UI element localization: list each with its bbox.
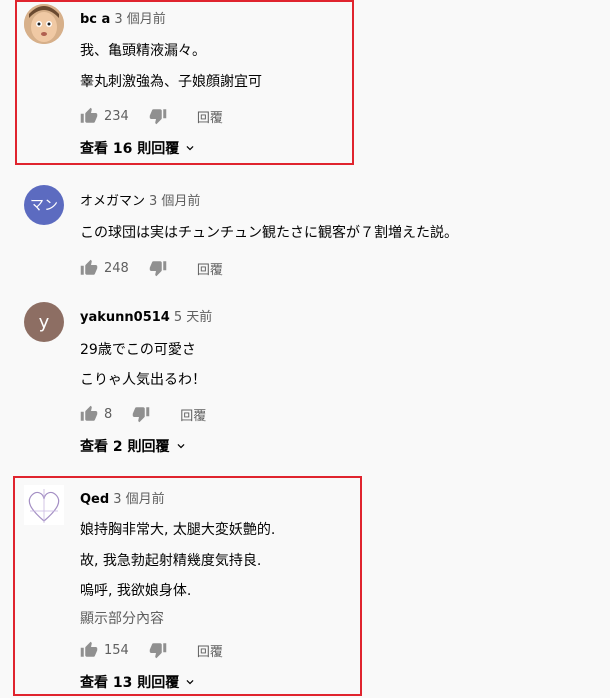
thumb-up-icon[interactable] — [80, 405, 98, 423]
comment-actions: 248 回覆 — [80, 257, 223, 279]
chevron-down-icon — [177, 444, 184, 449]
comment-text: こりゃ人気出るわ！ — [80, 372, 206, 388]
comment-actions: 8 回覆 — [80, 403, 206, 425]
author-name[interactable]: yakunn0514 — [80, 310, 170, 325]
comment-text: 娘持胸非常大, 太腿大変妖艶的. — [80, 522, 276, 538]
comment-text: この球団は実はチュンチュン観たさに観客が７割増えた説。 — [80, 225, 458, 241]
thumb-down-icon[interactable] — [132, 405, 150, 423]
thumb-down-icon[interactable] — [149, 107, 167, 125]
view-replies-button[interactable]: 查看 2 則回覆 — [80, 436, 188, 456]
comment-time[interactable]: 5 天前 — [174, 310, 212, 325]
comment-actions: 234 回覆 — [80, 105, 223, 127]
comment-text: 29歳でこの可愛さ — [80, 342, 196, 358]
avatar[interactable]: y — [24, 302, 64, 342]
avatar[interactable] — [24, 4, 64, 44]
author-name[interactable]: bc a — [80, 12, 110, 27]
avatar[interactable]: マン — [24, 185, 64, 225]
like-count: 248 — [104, 260, 129, 276]
comment-time[interactable]: 3 個月前 — [113, 492, 164, 507]
thumb-down-icon[interactable] — [149, 641, 167, 659]
view-replies-label: 查看 13 則回覆 — [80, 675, 180, 691]
show-more-link[interactable]: 顯示部分內容 — [80, 608, 164, 628]
reply-button[interactable]: 回覆 — [180, 405, 206, 424]
avatar-initials: マン — [30, 198, 58, 214]
comment-text: 嗚呼, 我欲娘身体. — [80, 583, 192, 599]
author-name[interactable]: Qed — [80, 492, 109, 507]
reply-button[interactable]: 回覆 — [197, 641, 223, 660]
thumb-up-icon[interactable] — [80, 259, 98, 277]
avatar-initials: y — [38, 311, 50, 333]
view-replies-button[interactable]: 查看 13 則回覆 — [80, 672, 197, 692]
chevron-down-icon — [186, 146, 194, 151]
thumb-up-icon[interactable] — [80, 641, 98, 659]
comment-text: 故, 我急勃起射精幾度気持良. — [80, 553, 262, 569]
comment-time[interactable]: 3 個月前 — [149, 194, 200, 209]
like-count: 8 — [104, 406, 113, 422]
thumb-down-icon[interactable] — [149, 259, 167, 277]
avatar[interactable] — [24, 485, 64, 525]
thumb-up-icon[interactable] — [80, 107, 98, 125]
avatar-face-icon — [24, 4, 64, 44]
view-replies-label: 查看 2 則回覆 — [80, 439, 170, 455]
comment-actions: 154 回覆 — [80, 639, 223, 661]
comment-text: 我、亀頭精液漏々。 — [80, 43, 206, 59]
like-count: 234 — [104, 108, 129, 124]
comment-time[interactable]: 3 個月前 — [114, 12, 165, 27]
chevron-down-icon — [186, 680, 194, 685]
view-replies-label: 查看 16 則回覆 — [80, 141, 180, 157]
reply-button[interactable]: 回覆 — [197, 107, 223, 126]
author-name[interactable]: オメガマン — [80, 194, 145, 209]
view-replies-button[interactable]: 查看 16 則回覆 — [80, 138, 197, 158]
like-count: 154 — [104, 642, 129, 658]
reply-button[interactable]: 回覆 — [197, 259, 223, 278]
heart-drawing-icon — [28, 489, 60, 523]
comment-text: 睾丸刺激強為、子娘顔謝宜可 — [80, 74, 262, 90]
